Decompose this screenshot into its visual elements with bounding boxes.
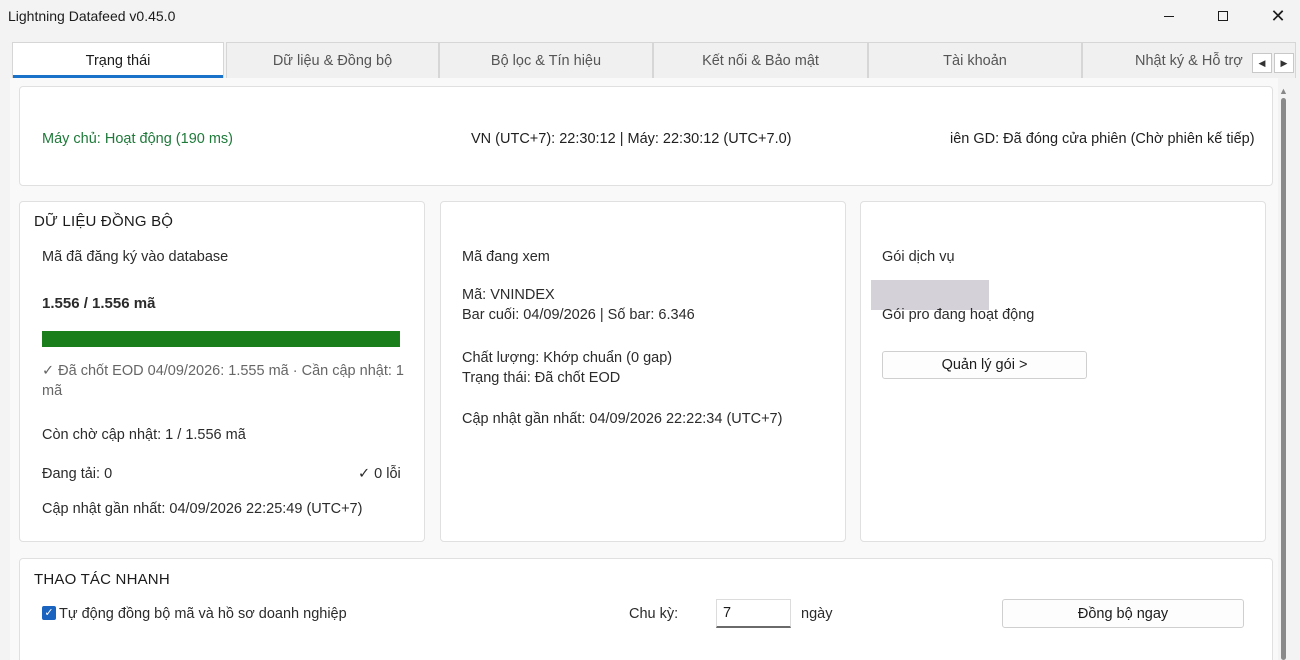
plan-label: Gói dịch vụ xyxy=(882,249,955,265)
tab-status[interactable]: Trạng thái xyxy=(12,42,224,78)
sync-progress-fill xyxy=(42,331,400,347)
cycle-unit: ngày xyxy=(801,606,833,622)
tab-label: Kết nối & Bảo mật xyxy=(702,52,819,69)
viewing-last-bar: Bar cuối: 04/09/2026 | Số bar: 6.346 xyxy=(462,307,695,323)
close-icon: ✕ xyxy=(1270,5,1286,26)
sync-progress-bar xyxy=(42,331,400,347)
scrollbar-thumb[interactable] xyxy=(1281,98,1286,660)
minimize-button[interactable] xyxy=(1146,0,1192,32)
tab-label: Bộ lọc & Tín hiệu xyxy=(490,52,602,69)
sync-now-label: Đồng bộ ngay xyxy=(1077,605,1169,622)
viewing-symbol: Mã: VNINDEX xyxy=(462,287,555,303)
registered-count: 1.556 / 1.556 mã xyxy=(42,295,156,312)
arrow-right-icon: ▶ xyxy=(1280,57,1288,68)
viewing-quality: Chất lượng: Khớp chuẩn (0 gap) xyxy=(462,350,673,366)
tab-scroll-right-button[interactable]: ▶ xyxy=(1274,53,1294,73)
auto-sync-label[interactable]: Tự động đồng bộ mã và hồ sơ doanh nghiệp xyxy=(59,606,347,622)
viewing-label: Mã đang xem xyxy=(462,249,550,265)
tab-data-sync[interactable]: Dữ liệu & Đồng bộ xyxy=(226,42,439,78)
tab-filters-signals[interactable]: Bộ lọc & Tín hiệu xyxy=(439,42,653,78)
cycle-label: Chu kỳ: xyxy=(629,606,679,622)
manage-plan-button[interactable]: Quản lý gói > xyxy=(882,351,1087,379)
tab-account[interactable]: Tài khoản xyxy=(868,42,1082,78)
clock-status: VN (UTC+7): 22:30:12 | Máy: 22:30:12 (UT… xyxy=(471,131,792,147)
manage-plan-label: Quản lý gói > xyxy=(941,357,1028,373)
sync-now-button[interactable]: Đồng bộ ngay xyxy=(1002,599,1244,628)
tab-label: Trạng thái xyxy=(85,52,151,69)
plan-badge-placeholder xyxy=(871,280,989,310)
plan-status: Gói pro đang hoạt động xyxy=(882,307,1035,323)
registered-label: Mã đã đăng ký vào database xyxy=(42,249,229,265)
sync-last-update: Cập nhật gần nhất: 04/09/2026 22:25:49 (… xyxy=(42,501,363,517)
sync-heading: DỮ LIỆU ĐỒNG BỘ xyxy=(34,213,174,230)
window-title: Lightning Datafeed v0.45.0 xyxy=(8,8,176,24)
eod-status-line1: ✓ Đã chốt EOD 04/09/2026: 1.555 mã · Cần… xyxy=(42,363,404,379)
loading-count: Đang tải: 0 xyxy=(42,466,113,482)
tab-strip: Trạng thái Dữ liệu & Đồng bộ Bộ lọc & Tí… xyxy=(10,42,1300,78)
maximize-icon xyxy=(1218,11,1228,21)
auto-sync-checkbox[interactable]: ✓ xyxy=(42,606,56,620)
viewing-last-update: Cập nhật gần nhất: 04/09/2026 22:22:34 (… xyxy=(462,411,783,427)
cycle-input[interactable] xyxy=(716,599,791,628)
minimize-icon xyxy=(1164,15,1174,17)
tab-connection-security[interactable]: Kết nối & Bảo mật xyxy=(653,42,868,78)
tab-label: Tài khoản xyxy=(943,52,1007,69)
close-button[interactable]: ✕ xyxy=(1255,0,1300,32)
session-status: iên GD: Đã đóng cửa phiên (Chờ phiên kế … xyxy=(950,131,1255,147)
scroll-up-icon[interactable]: ▲ xyxy=(1279,86,1288,96)
tab-label: Nhật ký & Hỗ trợ xyxy=(1135,52,1243,69)
eod-status-line2: mã xyxy=(42,383,63,399)
title-bar[interactable]: Lightning Datafeed v0.45.0 ✕ xyxy=(0,0,1300,32)
checkmark-icon: ✓ xyxy=(44,606,54,619)
error-count: ✓ 0 lỗi xyxy=(358,466,401,482)
pending-count: Còn chờ cập nhật: 1 / 1.556 mã xyxy=(42,427,246,443)
tab-scroll-left-button[interactable]: ◀ xyxy=(1252,53,1272,73)
quick-actions-heading: THAO TÁC NHANH xyxy=(34,571,170,588)
viewing-state: Trạng thái: Đã chốt EOD xyxy=(462,370,621,386)
maximize-button[interactable] xyxy=(1200,0,1246,32)
server-status: Máy chủ: Hoạt động (190 ms) xyxy=(42,131,234,147)
arrow-left-icon: ◀ xyxy=(1258,57,1266,68)
tab-label: Dữ liệu & Đồng bộ xyxy=(272,52,393,69)
